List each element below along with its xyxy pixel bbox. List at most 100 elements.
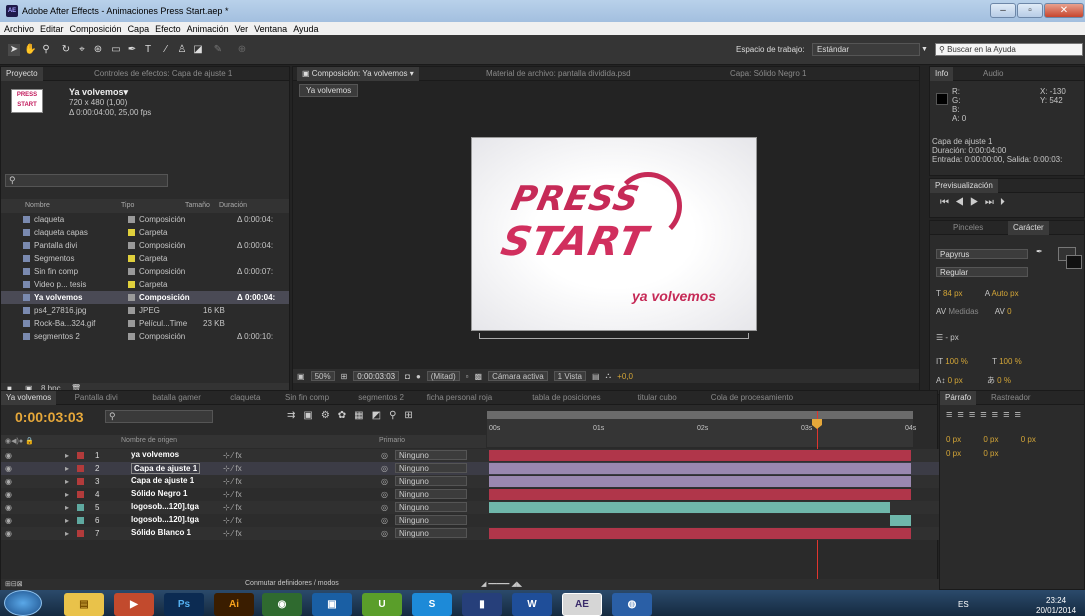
parent-dropdown[interactable]: Ninguno: [395, 502, 467, 512]
chrome-taskbar-icon[interactable]: ◉: [262, 593, 302, 616]
transparency-grid-icon[interactable]: ▩: [475, 372, 483, 381]
local-axis-icon[interactable]: ⊕: [236, 44, 248, 56]
eraser-tool-icon[interactable]: ◪: [192, 44, 204, 56]
tab-caracter[interactable]: Carácter: [1008, 221, 1049, 235]
label-color-swatch[interactable]: [128, 294, 135, 301]
layer-label-color[interactable]: [77, 465, 84, 472]
current-time-display[interactable]: 0:00:03:03: [353, 371, 400, 381]
zoom-tool-icon[interactable]: ⚲: [40, 44, 52, 56]
layer-row[interactable]: ◉ ▸ 2 Capa de ajuste 1 ⊹ ⁄ fx ◎ Ninguno: [1, 462, 939, 475]
tsume-value[interactable]: 0 %: [997, 376, 1011, 385]
app-taskbar-icon[interactable]: ▣: [312, 593, 352, 616]
playback-controls[interactable]: ⏮◀▶⏭⏵: [940, 197, 1011, 208]
layer-switches[interactable]: ⊹ ⁄ fx: [223, 503, 242, 512]
expand-arrow-icon[interactable]: ▸: [65, 464, 69, 473]
layer-label-color[interactable]: [77, 491, 84, 498]
menu-capa[interactable]: Capa: [128, 24, 150, 34]
layer-name[interactable]: Capa de ajuste 1: [131, 463, 201, 474]
media-taskbar-icon[interactable]: ▶: [114, 593, 154, 616]
roi-icon[interactable]: ▫: [466, 372, 469, 381]
brush-tool-icon[interactable]: ⁄: [160, 44, 172, 56]
column-tamano[interactable]: Tamaño: [185, 202, 210, 209]
space-after-value[interactable]: 0 px: [983, 449, 998, 458]
layer-row[interactable]: ◉ ▸ 3 Capa de ajuste 1 ⊹ ⁄ fx ◎ Ninguno: [1, 475, 939, 488]
photoshop-taskbar-icon[interactable]: Ps: [164, 593, 204, 616]
tab-audio[interactable]: Audio: [978, 67, 1008, 81]
layer-name[interactable]: logosob...120].tga: [131, 502, 199, 511]
menu-ayuda[interactable]: Ayuda: [293, 24, 318, 34]
project-item[interactable]: claqueta Composición Δ 0:00:04:: [1, 213, 289, 226]
project-item[interactable]: Rock-Ba...324.gif Películ...Time 23 KB: [1, 317, 289, 330]
exposure-value[interactable]: +0,0: [617, 372, 633, 381]
workspace-dropdown[interactable]: Estándar: [812, 43, 920, 56]
project-item[interactable]: Segmentos Carpeta: [1, 252, 289, 265]
selection-tool-icon[interactable]: ➤: [8, 44, 20, 56]
kerning-value[interactable]: Medidas: [948, 307, 978, 316]
word-taskbar-icon[interactable]: W: [512, 593, 552, 616]
layer-label-color[interactable]: [77, 452, 84, 459]
project-item[interactable]: Sin fin comp Composición Δ 0:00:07:: [1, 265, 289, 278]
column-nombre-origen[interactable]: Nombre de origen: [121, 437, 177, 444]
timeline-tab[interactable]: Pantalla divi: [70, 391, 123, 405]
always-preview-icon[interactable]: ▣: [297, 372, 305, 381]
parent-pickwhip-icon[interactable]: ◎: [381, 464, 388, 473]
parent-dropdown[interactable]: Ninguno: [395, 476, 467, 486]
skype-taskbar-icon[interactable]: S: [412, 593, 452, 616]
timeline-tab[interactable]: Cola de procesamiento: [706, 391, 798, 405]
parent-pickwhip-icon[interactable]: ◎: [381, 529, 388, 538]
utorrent-taskbar-icon[interactable]: U: [362, 593, 402, 616]
timeline-search-input[interactable]: ⚲: [105, 410, 213, 423]
illustrator-taskbar-icon[interactable]: Ai: [214, 593, 254, 616]
indent-right-value[interactable]: 0 px: [983, 435, 998, 444]
expand-arrow-icon[interactable]: ▸: [65, 503, 69, 512]
layer-label-color[interactable]: [77, 530, 84, 537]
label-color-swatch[interactable]: [128, 281, 135, 288]
column-nombre[interactable]: Nombre: [25, 202, 50, 209]
label-color-swatch[interactable]: [128, 268, 135, 275]
project-item[interactable]: Pantalla divi Composición Δ 0:00:04:: [1, 239, 289, 252]
indent-first-value[interactable]: 0 px: [1021, 435, 1036, 444]
pan-behind-tool-icon[interactable]: ⊛: [92, 44, 104, 56]
label-color-swatch[interactable]: [128, 242, 135, 249]
tab-rastreador[interactable]: Rastreador: [986, 391, 1036, 405]
eyedropper-icon[interactable]: ✒: [1036, 247, 1043, 256]
layer-label-color[interactable]: [77, 504, 84, 511]
color-channel-icon[interactable]: ●: [416, 372, 421, 381]
menu-efecto[interactable]: Efecto: [155, 24, 181, 34]
minimize-button[interactable]: –: [990, 3, 1016, 18]
timeline-switches[interactable]: ⇉▣⚙✿▦◩⚲⊞: [287, 410, 421, 421]
parent-dropdown[interactable]: Ninguno: [395, 489, 467, 499]
aftereffects-taskbar-icon[interactable]: AE: [562, 593, 602, 616]
parent-dropdown[interactable]: Ninguno: [395, 450, 467, 460]
expand-arrow-icon[interactable]: ▸: [65, 477, 69, 486]
parent-pickwhip-icon[interactable]: ◎: [381, 503, 388, 512]
menu-archivo[interactable]: Archivo: [4, 24, 34, 34]
project-search-input[interactable]: ⚲: [5, 174, 168, 187]
start-button[interactable]: [4, 590, 42, 616]
project-item[interactable]: claqueta capas Carpeta: [1, 226, 289, 239]
work-area-bar[interactable]: [487, 411, 913, 419]
indent-value[interactable]: - px: [945, 333, 958, 342]
expand-arrow-icon[interactable]: ▸: [65, 490, 69, 499]
project-item[interactable]: segmentos 2 Composición Δ 0:00:10:: [1, 330, 289, 343]
premiere-taskbar-icon[interactable]: ▮: [462, 593, 502, 616]
space-before-value[interactable]: 0 px: [946, 449, 961, 458]
label-color-swatch[interactable]: [128, 320, 135, 327]
layer-duration-bar[interactable]: [489, 463, 911, 474]
menu-animacion[interactable]: Animación: [187, 24, 229, 34]
layer-row[interactable]: ◉ ▸ 4 Sólido Negro 1 ⊹ ⁄ fx ◎ Ninguno: [1, 488, 939, 501]
parent-pickwhip-icon[interactable]: ◎: [381, 490, 388, 499]
tab-material-archivo[interactable]: Material de archivo: pantalla dividida.p…: [481, 67, 636, 81]
alignment-buttons[interactable]: ≡≡≡≡≡≡≡: [946, 409, 1026, 421]
label-color-swatch[interactable]: [128, 333, 135, 340]
tab-previsualizacion[interactable]: Previsualización: [930, 179, 998, 193]
comp-breadcrumb[interactable]: Ya volvemos: [299, 84, 359, 97]
layer-row[interactable]: ◉ ▸ 7 Sólido Blanco 1 ⊹ ⁄ fx ◎ Ninguno: [1, 527, 939, 540]
label-color-swatch[interactable]: [128, 307, 135, 314]
language-indicator[interactable]: ES: [958, 600, 969, 609]
horizontal-scale-value[interactable]: 100 %: [999, 357, 1022, 366]
parent-dropdown[interactable]: Ninguno: [395, 515, 467, 525]
parent-dropdown[interactable]: Ninguno: [395, 463, 467, 473]
timeline-tab[interactable]: segmentos 2: [353, 391, 409, 405]
layer-duration-bar[interactable]: [489, 489, 911, 500]
